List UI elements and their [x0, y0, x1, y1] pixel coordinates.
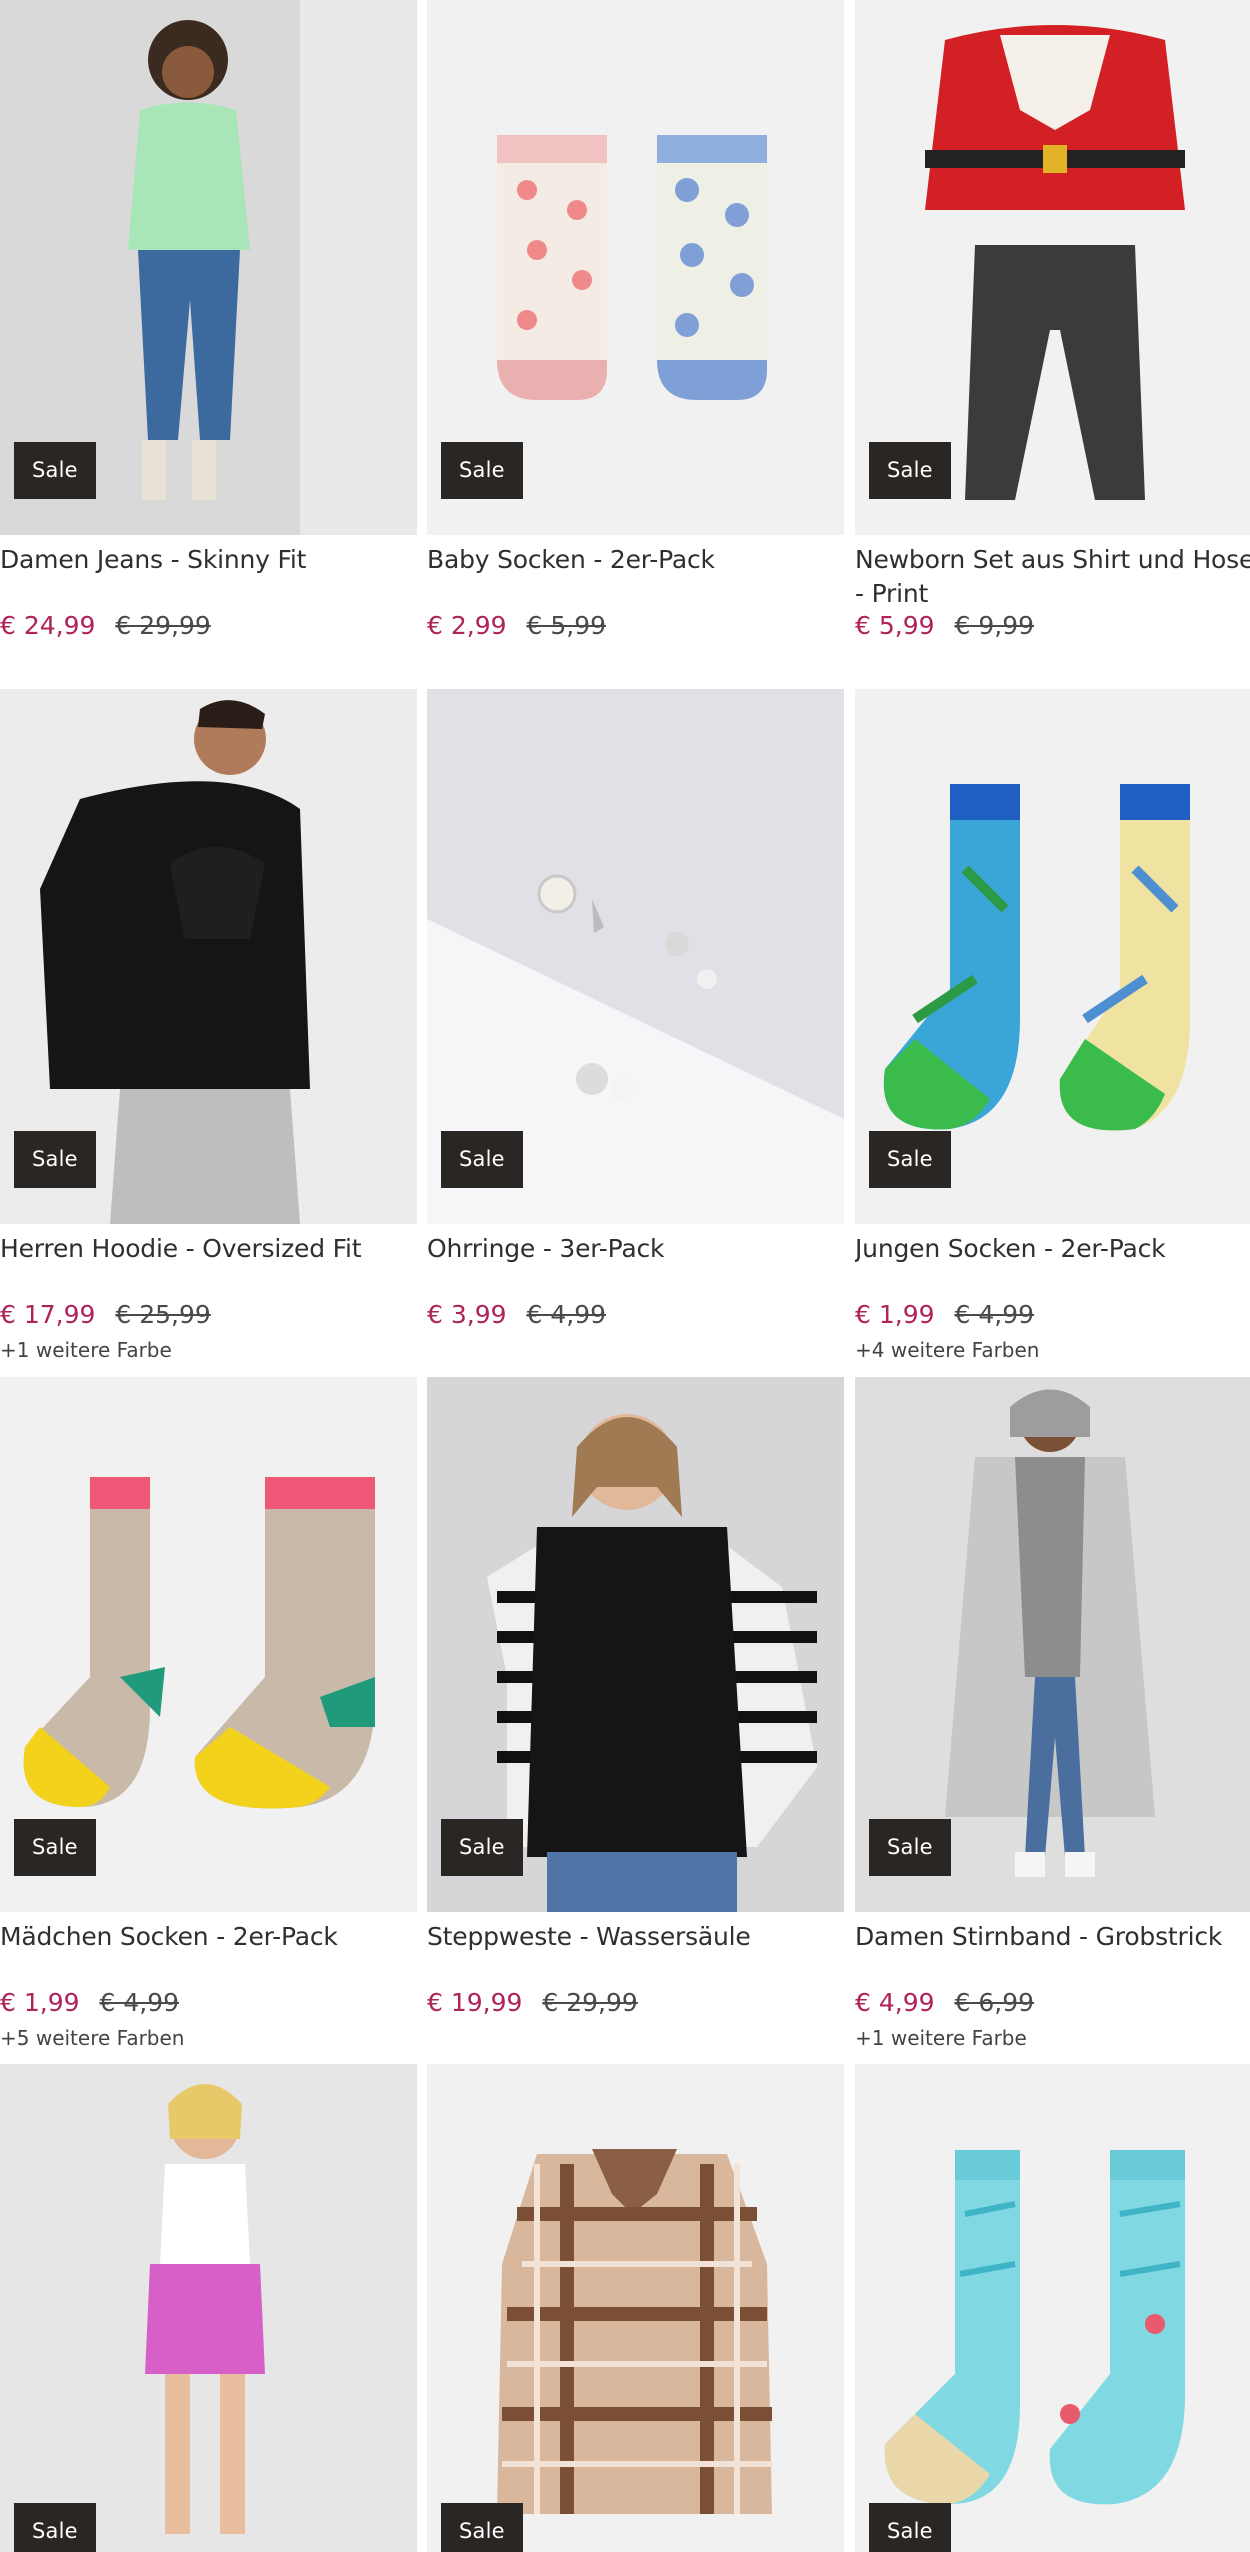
- price-row: € 2,99 € 5,99: [427, 609, 844, 643]
- product-image[interactable]: Sale: [855, 1377, 1250, 1912]
- sale-badge: Sale: [441, 1131, 523, 1188]
- product-card[interactable]: Sale Steppweste - Wassersäule € 19,99 € …: [427, 1377, 844, 2026]
- price-row: € 24,99 € 29,99: [0, 609, 417, 643]
- price-row: € 1,99 € 4,99: [0, 1986, 417, 2020]
- sale-price: € 4,99: [855, 1988, 935, 2017]
- sale-price: € 2,99: [427, 611, 507, 640]
- more-colors[interactable]: +1 weitere Farbe: [0, 1338, 417, 1362]
- original-price: € 4,99: [99, 1988, 180, 2017]
- sale-price: € 24,99: [0, 611, 96, 640]
- original-price: € 6,99: [954, 1988, 1035, 2017]
- product-name[interactable]: Damen Jeans - Skinny Fit: [0, 543, 417, 611]
- sale-price: € 5,99: [855, 611, 935, 640]
- sale-badge: Sale: [14, 2503, 96, 2552]
- sale-badge: Sale: [441, 442, 523, 499]
- product-card[interactable]: Sale Herren Hoodie - Oversized Fit € 17,…: [0, 689, 417, 1362]
- sale-price: € 1,99: [855, 1300, 935, 1329]
- sale-badge: Sale: [869, 1819, 951, 1876]
- more-colors[interactable]: +1 weitere Farbe: [855, 2026, 1250, 2050]
- product-card[interactable]: Sale: [0, 2064, 417, 2552]
- original-price: € 25,99: [115, 1300, 211, 1329]
- product-image[interactable]: Sale: [0, 2064, 417, 2552]
- product-name[interactable]: Damen Stirnband - Grobstrick: [855, 1920, 1250, 1988]
- original-price: € 4,99: [954, 1300, 1035, 1329]
- price-row: € 1,99 € 4,99: [855, 1298, 1250, 1332]
- product-card[interactable]: Sale Newborn Set aus Shirt und Hose - Pr…: [855, 0, 1250, 649]
- product-card[interactable]: Sale: [427, 2064, 844, 2552]
- sale-badge: Sale: [869, 442, 951, 499]
- product-card[interactable]: Sale Ohrringe - 3er-Pack € 3,99 € 4,99: [427, 689, 844, 1338]
- sale-badge: Sale: [869, 1131, 951, 1188]
- product-image[interactable]: Sale: [427, 2064, 844, 2552]
- product-image[interactable]: Sale: [0, 689, 417, 1224]
- original-price: € 29,99: [115, 611, 211, 640]
- price-row: € 5,99 € 9,99: [855, 609, 1250, 643]
- product-name[interactable]: Steppweste - Wassersäule: [427, 1920, 844, 1988]
- product-name[interactable]: Ohrringe - 3er-Pack: [427, 1232, 844, 1300]
- product-card[interactable]: Sale Mädchen Socken - 2er-Pack € 1,99 € …: [0, 1377, 417, 2050]
- product-image[interactable]: Sale: [855, 0, 1250, 535]
- product-image[interactable]: Sale: [427, 0, 844, 535]
- sale-badge: Sale: [14, 442, 96, 499]
- sale-price: € 3,99: [427, 1300, 507, 1329]
- sale-badge: Sale: [14, 1131, 96, 1188]
- product-card[interactable]: Sale Jungen Socken - 2er-Pack € 1,99 € 4…: [855, 689, 1250, 1362]
- price-row: € 17,99 € 25,99: [0, 1298, 417, 1332]
- sale-price: € 17,99: [0, 1300, 96, 1329]
- price-row: € 3,99 € 4,99: [427, 1298, 844, 1332]
- more-colors[interactable]: +5 weitere Farben: [0, 2026, 417, 2050]
- sale-badge: Sale: [441, 1819, 523, 1876]
- sale-price: € 19,99: [427, 1988, 523, 2017]
- product-name[interactable]: Herren Hoodie - Oversized Fit: [0, 1232, 417, 1300]
- sale-badge: Sale: [869, 2503, 951, 2552]
- product-image[interactable]: Sale: [855, 2064, 1250, 2552]
- product-name[interactable]: Newborn Set aus Shirt und Hose - Print: [855, 543, 1250, 611]
- product-image[interactable]: Sale: [855, 689, 1250, 1224]
- product-card[interactable]: Sale Baby Socken - 2er-Pack € 2,99 € 5,9…: [427, 0, 844, 649]
- original-price: € 9,99: [954, 611, 1035, 640]
- product-image[interactable]: Sale: [427, 689, 844, 1224]
- sale-badge: Sale: [441, 2503, 523, 2552]
- original-price: € 5,99: [526, 611, 607, 640]
- product-name[interactable]: Jungen Socken - 2er-Pack: [855, 1232, 1250, 1300]
- product-card[interactable]: Sale Damen Stirnband - Grobstrick € 4,99…: [855, 1377, 1250, 2050]
- more-colors[interactable]: +4 weitere Farben: [855, 1338, 1250, 1362]
- product-card[interactable]: Sale: [855, 2064, 1250, 2552]
- product-card[interactable]: Sale Damen Jeans - Skinny Fit € 24,99 € …: [0, 0, 417, 649]
- price-row: € 4,99 € 6,99: [855, 1986, 1250, 2020]
- product-image[interactable]: Sale: [427, 1377, 844, 1912]
- price-row: € 19,99 € 29,99: [427, 1986, 844, 2020]
- original-price: € 29,99: [542, 1988, 638, 2017]
- product-image[interactable]: Sale: [0, 1377, 417, 1912]
- product-image[interactable]: Sale: [0, 0, 417, 535]
- product-grid: Sale Damen Jeans - Skinny Fit € 24,99 € …: [0, 0, 1250, 2552]
- original-price: € 4,99: [526, 1300, 607, 1329]
- sale-price: € 1,99: [0, 1988, 80, 2017]
- product-name[interactable]: Mädchen Socken - 2er-Pack: [0, 1920, 417, 1988]
- product-name[interactable]: Baby Socken - 2er-Pack: [427, 543, 844, 611]
- sale-badge: Sale: [14, 1819, 96, 1876]
